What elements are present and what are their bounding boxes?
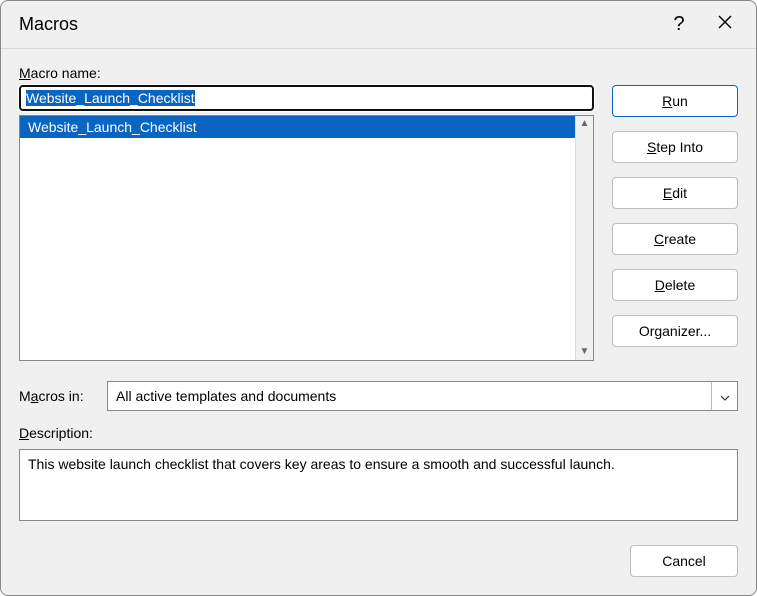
create-button[interactable]: Create	[612, 223, 738, 255]
delete-button[interactable]: Delete	[612, 269, 738, 301]
button-column: Run Step Into Edit Create Delete Organiz…	[612, 65, 738, 361]
titlebar: Macros ?	[1, 1, 756, 49]
close-icon	[717, 14, 733, 35]
macros-in-label: Macros in:	[19, 388, 97, 404]
edit-button[interactable]: Edit	[612, 177, 738, 209]
cancel-button[interactable]: Cancel	[630, 545, 738, 577]
close-button[interactable]	[702, 5, 748, 45]
description-label: Description:	[19, 425, 738, 441]
scroll-down-icon[interactable]: ▼	[580, 347, 590, 357]
macro-listbox[interactable]: Website_Launch_Checklist ▲ ▼	[19, 115, 594, 361]
macro-name-label: Macro name:	[19, 65, 594, 81]
macros-in-row: Macros in: All active templates and docu…	[19, 381, 738, 411]
dialog-title: Macros	[19, 14, 656, 35]
run-button[interactable]: Run	[612, 85, 738, 117]
macro-name-input[interactable]	[19, 85, 594, 111]
organizer-button[interactable]: Organizer...	[612, 315, 738, 347]
macros-dialog: Macros ? Macro name: Website_Launch_Chec…	[0, 0, 757, 596]
step-into-button[interactable]: Step Into	[612, 131, 738, 163]
macros-in-select[interactable]: All active templates and documents	[107, 381, 738, 411]
description-box: This website launch checklist that cover…	[19, 449, 738, 521]
help-button[interactable]: ?	[656, 5, 702, 45]
left-column: Macro name: Website_Launch_Checklist ▲ ▼	[19, 65, 594, 361]
dialog-body: Macro name: Website_Launch_Checklist ▲ ▼…	[1, 49, 756, 595]
scroll-up-icon[interactable]: ▲	[580, 119, 590, 129]
description-text: This website launch checklist that cover…	[28, 456, 615, 472]
chevron-down-icon	[720, 388, 730, 404]
macros-in-value: All active templates and documents	[108, 382, 711, 410]
list-item[interactable]: Website_Launch_Checklist	[20, 116, 575, 138]
dialog-footer: Cancel	[19, 529, 738, 577]
select-dropdown-button[interactable]	[711, 382, 737, 410]
listbox-scrollbar[interactable]: ▲ ▼	[575, 116, 593, 360]
macro-list-items: Website_Launch_Checklist	[20, 116, 575, 360]
top-section: Macro name: Website_Launch_Checklist ▲ ▼…	[19, 65, 738, 361]
